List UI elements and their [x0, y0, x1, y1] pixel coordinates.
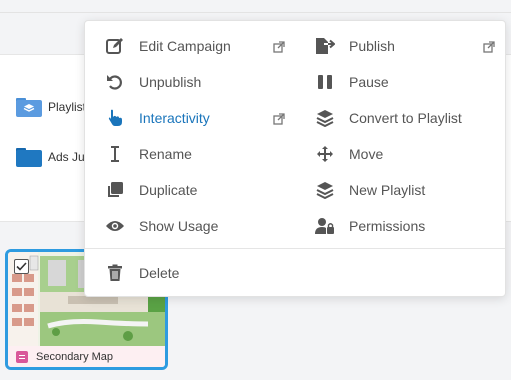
external-link-icon	[273, 40, 285, 53]
layers-icon	[315, 108, 335, 128]
menu-item-label: Delete	[139, 265, 180, 281]
menu-item-label: Publish	[349, 38, 395, 54]
menu-item-delete[interactable]: Delete	[105, 258, 179, 288]
menu-item-show-usage[interactable]: Show Usage	[105, 211, 218, 241]
menu-item-label: Edit Campaign	[139, 38, 231, 54]
menu-item-pause[interactable]: Pause	[315, 67, 389, 97]
context-menu: Edit Campaign Unpublish Interactivity Re…	[84, 20, 506, 297]
menu-item-new-playlist[interactable]: New Playlist	[315, 175, 425, 205]
menu-item-label: Duplicate	[139, 182, 198, 198]
card-title: Secondary Map	[36, 350, 114, 363]
move-arrows-icon	[315, 144, 335, 164]
folder-playlists[interactable]: Playlists	[16, 97, 92, 117]
layers-icon	[315, 180, 335, 200]
menu-item-label: New Playlist	[349, 182, 426, 198]
card-footer: Secondary Map	[8, 346, 165, 367]
text-cursor-icon	[105, 144, 125, 164]
hand-pointer-icon	[105, 108, 125, 128]
undo-icon	[105, 72, 125, 92]
menu-item-label: Pause	[349, 74, 389, 90]
external-link-icon	[273, 112, 285, 125]
menu-item-duplicate[interactable]: Duplicate	[105, 175, 197, 205]
eye-icon	[105, 216, 125, 236]
menu-item-interactivity[interactable]: Interactivity	[105, 103, 210, 133]
trash-icon	[105, 263, 125, 283]
menu-item-label: Move	[349, 146, 384, 162]
external-link-icon	[483, 40, 495, 53]
menu-item-label: Permissions	[349, 218, 426, 234]
file-export-icon	[315, 36, 335, 56]
menu-item-unpublish[interactable]: Unpublish	[105, 67, 201, 97]
menu-item-rename[interactable]: Rename	[105, 139, 192, 169]
folder-ads-july[interactable]: Ads July	[16, 147, 93, 167]
menu-item-convert-to-playlist[interactable]: Convert to Playlist	[315, 103, 462, 133]
menu-item-label: Interactivity	[139, 110, 210, 126]
menu-item-label: Convert to Playlist	[349, 110, 462, 126]
menu-item-label: Unpublish	[139, 74, 202, 90]
menu-item-move[interactable]: Move	[315, 139, 383, 169]
folder-icon	[16, 97, 42, 117]
menu-item-permissions[interactable]: Permissions	[315, 211, 425, 241]
menu-item-label: Show Usage	[139, 218, 219, 234]
duplicate-icon	[105, 180, 125, 200]
menu-item-edit-campaign[interactable]: Edit Campaign	[105, 31, 231, 61]
menu-item-publish[interactable]: Publish	[315, 31, 395, 61]
menu-divider	[85, 248, 505, 249]
folder-icon	[16, 147, 42, 167]
edit-icon	[105, 36, 125, 56]
select-checkbox[interactable]	[14, 259, 29, 274]
pause-icon	[315, 72, 335, 92]
campaign-icon	[16, 350, 28, 363]
user-lock-icon	[315, 216, 335, 236]
top-bar	[0, 0, 511, 13]
menu-item-label: Rename	[139, 146, 192, 162]
